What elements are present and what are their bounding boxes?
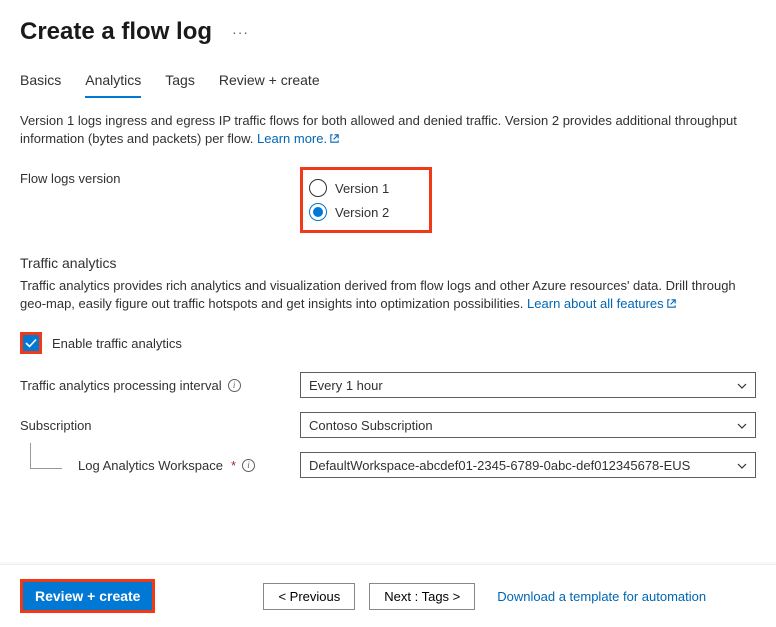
- previous-button[interactable]: < Previous: [263, 583, 355, 610]
- enable-analytics-label: Enable traffic analytics: [52, 336, 182, 351]
- learn-features-text: Learn about all features: [527, 296, 664, 311]
- tab-analytics[interactable]: Analytics: [85, 66, 141, 98]
- learn-more-link[interactable]: Learn more.: [257, 131, 340, 146]
- radio-version-2[interactable]: Version 2: [309, 200, 389, 224]
- download-template-link[interactable]: Download a template for automation: [497, 589, 706, 604]
- workspace-label: Log Analytics Workspace: [78, 458, 223, 473]
- interval-label: Traffic analytics processing interval: [20, 378, 222, 393]
- checkmark-icon: [24, 336, 38, 350]
- tab-review[interactable]: Review + create: [219, 66, 320, 98]
- interval-select[interactable]: Every 1 hour: [300, 372, 756, 398]
- flow-version-label: Flow logs version: [20, 167, 300, 186]
- footer: Review + create < Previous Next : Tags >…: [0, 564, 776, 627]
- external-link-icon: [666, 296, 677, 314]
- page-title: Create a flow log: [20, 18, 212, 46]
- next-button[interactable]: Next : Tags >: [369, 583, 475, 610]
- subscription-label: Subscription: [20, 418, 92, 433]
- radio-v2-label: Version 2: [335, 205, 389, 220]
- required-indicator: *: [231, 458, 236, 473]
- tab-tags[interactable]: Tags: [165, 66, 195, 98]
- subscription-value: Contoso Subscription: [309, 418, 433, 433]
- learn-features-link[interactable]: Learn about all features: [527, 296, 677, 311]
- info-icon[interactable]: i: [242, 459, 255, 472]
- chevron-down-icon: [737, 458, 747, 472]
- chevron-down-icon: [737, 418, 747, 432]
- traffic-analytics-title: Traffic analytics: [20, 255, 756, 271]
- version-radio-group: Version 1 Version 2: [300, 167, 432, 233]
- workspace-value: DefaultWorkspace-abcdef01-2345-6789-0abc…: [309, 458, 690, 473]
- interval-value: Every 1 hour: [309, 378, 383, 393]
- workspace-select[interactable]: DefaultWorkspace-abcdef01-2345-6789-0abc…: [300, 452, 756, 478]
- radio-dot-icon: [313, 207, 323, 217]
- radio-version-1[interactable]: Version 1: [309, 176, 389, 200]
- subscription-select[interactable]: Contoso Subscription: [300, 412, 756, 438]
- traffic-description: Traffic analytics provides rich analytic…: [20, 277, 756, 314]
- radio-circle-selected-icon: [309, 203, 327, 221]
- info-icon[interactable]: i: [228, 379, 241, 392]
- enable-analytics-checkbox[interactable]: [20, 332, 42, 354]
- tabs: Basics Analytics Tags Review + create: [0, 56, 776, 98]
- external-link-icon: [329, 131, 340, 149]
- chevron-down-icon: [737, 378, 747, 392]
- radio-v1-label: Version 1: [335, 181, 389, 196]
- learn-more-text: Learn more.: [257, 131, 327, 146]
- version-description: Version 1 logs ingress and egress IP tra…: [20, 112, 756, 149]
- more-icon[interactable]: ···: [232, 24, 249, 40]
- review-create-button[interactable]: Review + create: [20, 579, 155, 613]
- radio-circle-icon: [309, 179, 327, 197]
- version-desc-text: Version 1 logs ingress and egress IP tra…: [20, 113, 737, 146]
- tree-indent-icon: [30, 443, 62, 469]
- tab-basics[interactable]: Basics: [20, 66, 61, 98]
